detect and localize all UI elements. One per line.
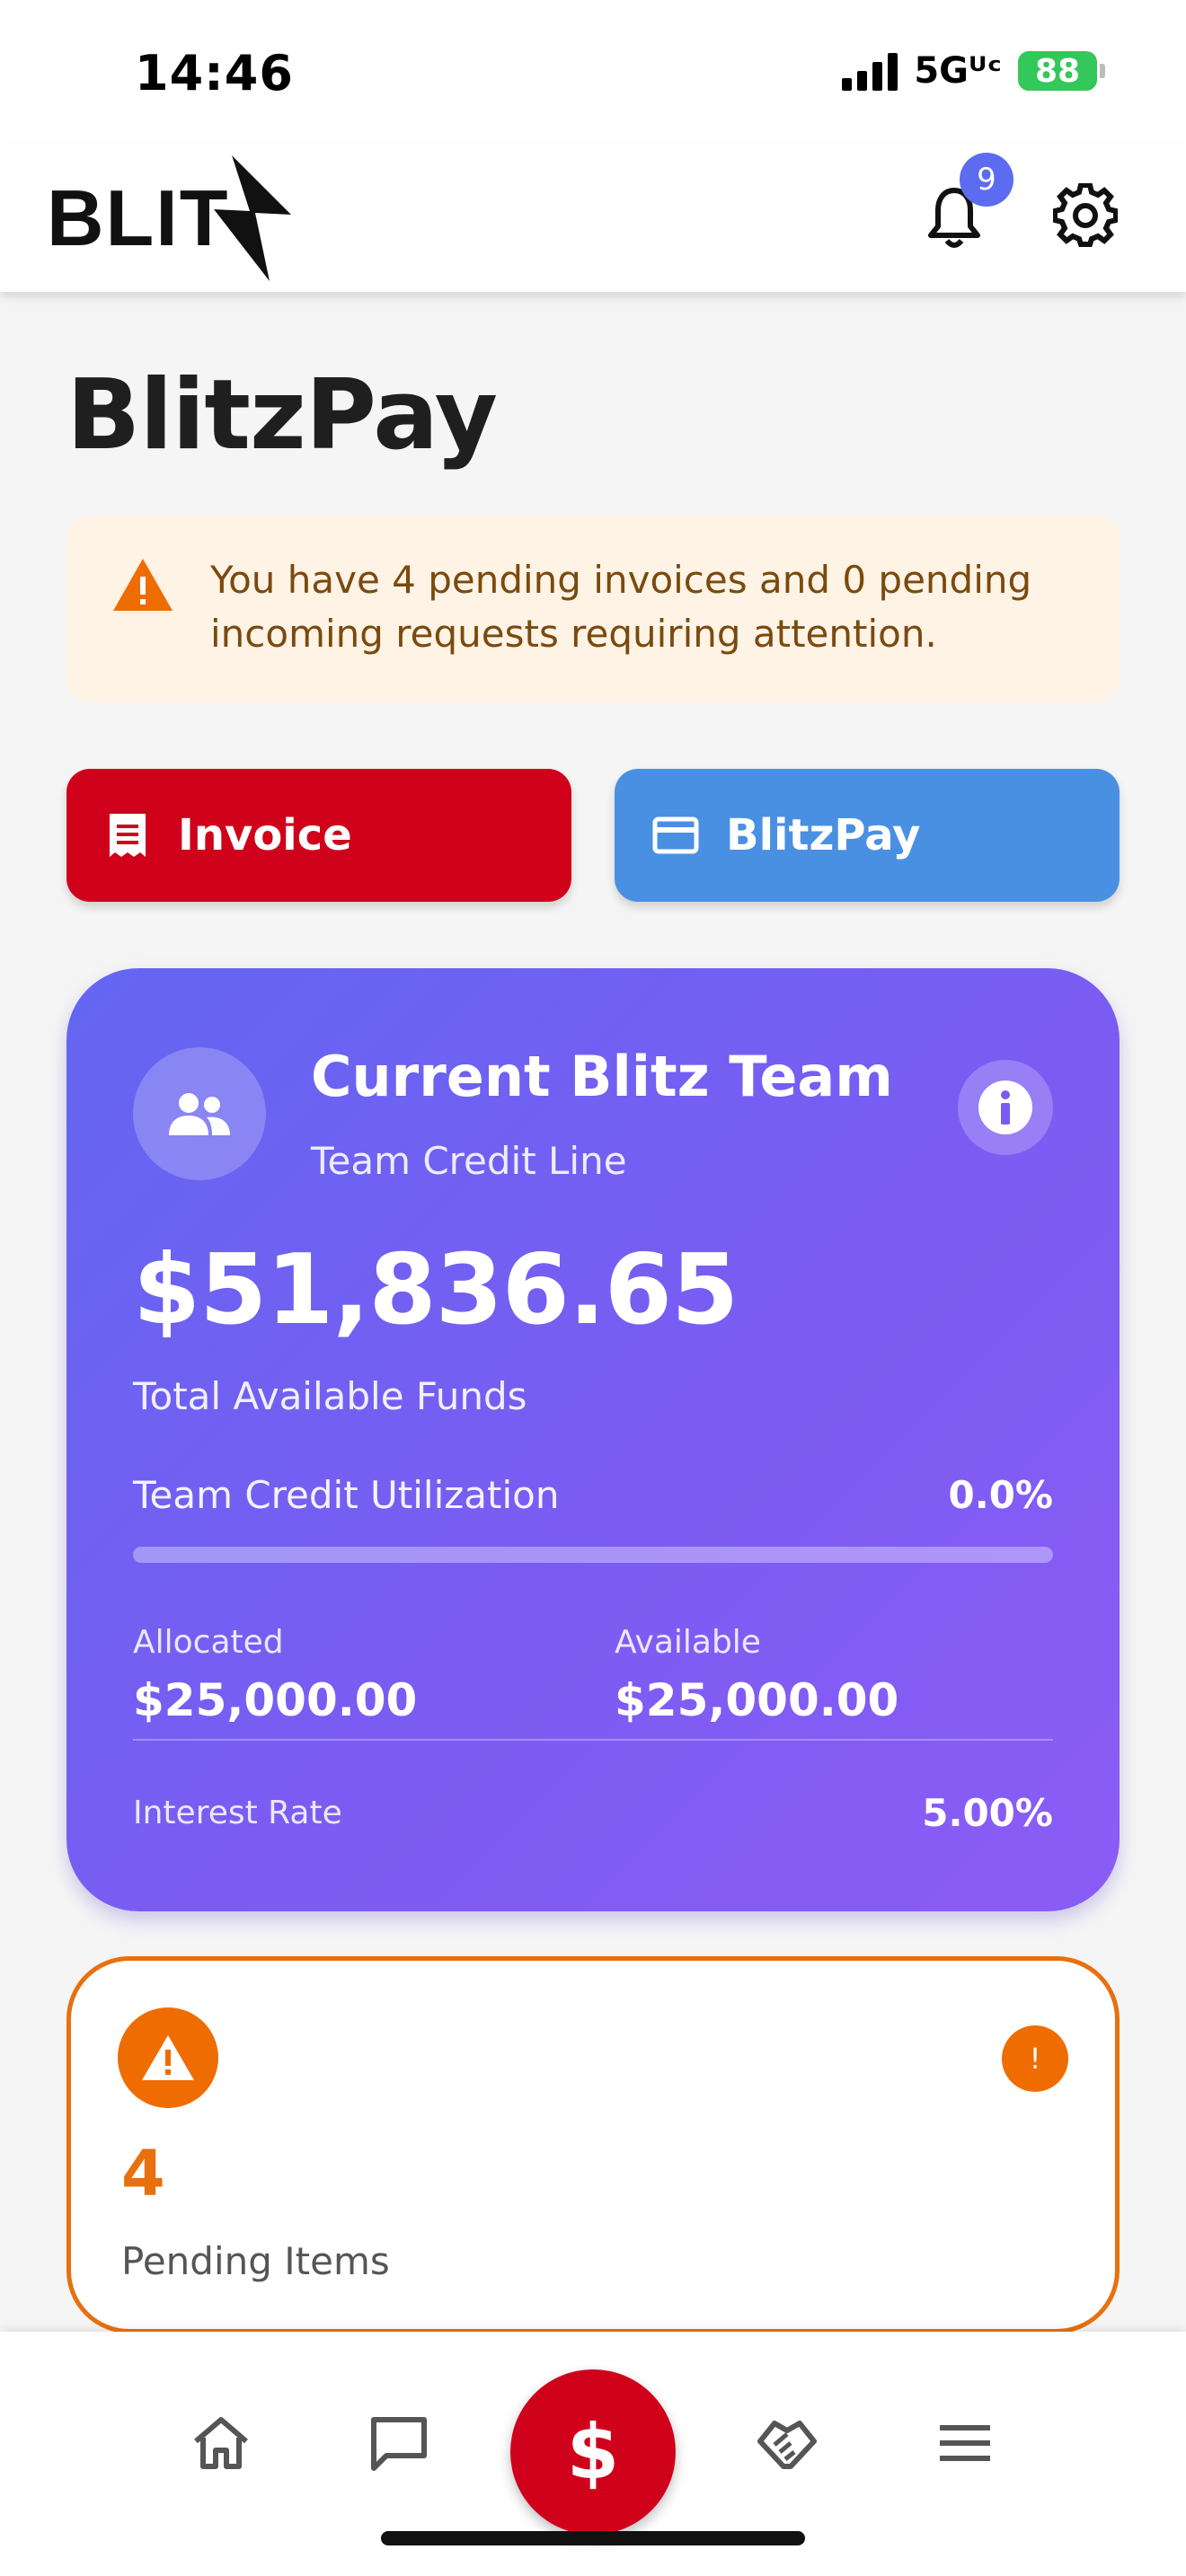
utilization-label: Team Credit Utilization — [133, 1473, 560, 1517]
gear-icon[interactable] — [1053, 183, 1118, 248]
lightning-bolt-icon — [213, 154, 291, 281]
receipt-icon — [110, 814, 146, 857]
pending-count: 4 — [121, 2137, 165, 2210]
signal-icon — [842, 51, 898, 91]
invoice-button[interactable]: Invoice — [66, 769, 571, 902]
pending-warning-badge — [118, 2007, 218, 2108]
alert-message: You have 4 pending invoices and 0 pendin… — [210, 558, 1032, 656]
warning-icon — [142, 2035, 194, 2080]
allocated-value: $25,000.00 — [133, 1674, 418, 1726]
logo-text: BLIT — [47, 172, 230, 262]
status-time: 14:46 — [135, 45, 294, 101]
available-label: Available — [615, 1624, 761, 1661]
handshake-icon[interactable] — [755, 2411, 819, 2475]
exclamation-icon: ! — [1002, 2025, 1068, 2092]
battery-level: 88 — [1018, 51, 1097, 91]
team-subtitle: Team Credit Line — [311, 1139, 627, 1183]
menu-icon[interactable] — [933, 2411, 997, 2475]
battery-cap — [1100, 64, 1105, 78]
team-avatar — [133, 1047, 266, 1180]
credit-card-icon — [652, 816, 699, 854]
group-icon — [169, 1093, 230, 1135]
warning-icon — [113, 559, 173, 611]
pending-items-card[interactable]: ! 4 Pending Items — [66, 1956, 1120, 2333]
app-header: BLIT 9 — [0, 144, 1186, 292]
blitzpay-button-label: BlitzPay — [726, 810, 921, 860]
pending-alert-banner: You have 4 pending invoices and 0 pendin… — [66, 516, 1120, 702]
chat-icon[interactable] — [367, 2411, 431, 2475]
battery-icon: 88 — [1018, 51, 1105, 91]
pending-label: Pending Items — [121, 2239, 390, 2283]
blitz-logo[interactable]: BLIT — [47, 153, 295, 283]
info-icon — [978, 1081, 1032, 1134]
interest-rate-value: 5.00% — [922, 1791, 1053, 1835]
allocated-label: Allocated — [133, 1624, 284, 1661]
notification-badge: 9 — [960, 153, 1013, 207]
info-button[interactable] — [958, 1060, 1053, 1155]
invoice-button-label: Invoice — [178, 810, 352, 860]
status-indicators: 5Gᵁᶜ 88 — [842, 50, 1105, 92]
total-available-amount: $51,836.65 — [133, 1234, 739, 1346]
utilization-value: 0.0% — [948, 1473, 1053, 1517]
home-indicator[interactable] — [381, 2531, 805, 2545]
blitzpay-button[interactable]: BlitzPay — [615, 769, 1120, 902]
status-bar: 14:46 5Gᵁᶜ 88 — [0, 0, 1186, 144]
network-label: 5Gᵁᶜ — [914, 50, 1002, 92]
team-name: Current Blitz Team — [311, 1044, 893, 1109]
home-icon[interactable] — [189, 2411, 253, 2475]
available-value: $25,000.00 — [615, 1674, 899, 1726]
team-credit-card: Current Blitz Team Team Credit Line $51,… — [66, 968, 1120, 1911]
interest-rate-label: Interest Rate — [133, 1795, 342, 1831]
card-divider — [133, 1739, 1053, 1741]
dollar-button[interactable]: $ — [510, 2369, 676, 2535]
total-available-label: Total Available Funds — [133, 1374, 527, 1418]
page-title: BlitzPay — [66, 359, 498, 472]
utilization-progress-bar — [133, 1547, 1053, 1563]
